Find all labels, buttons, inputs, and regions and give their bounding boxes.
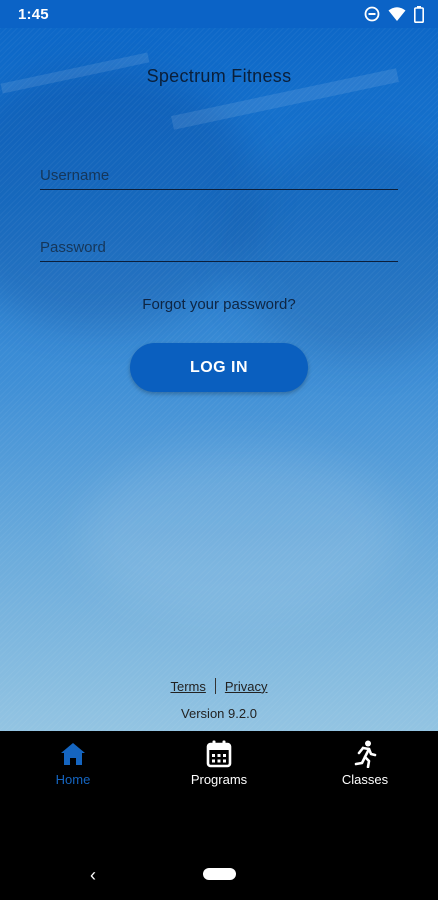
home-pill-button[interactable] (203, 868, 236, 880)
tab-programs[interactable]: Programs (146, 731, 292, 795)
username-field (40, 154, 398, 190)
login-button[interactable]: LOG IN (130, 343, 308, 392)
version-text: Version 9.2.0 (181, 706, 257, 721)
back-icon[interactable]: ‹ (90, 865, 96, 886)
tab-home[interactable]: Home (0, 731, 146, 795)
privacy-link[interactable]: Privacy (225, 679, 268, 694)
tab-label: Programs (190, 772, 248, 787)
status-time: 1:45 (18, 5, 49, 23)
status-icons (364, 5, 424, 23)
do-not-disturb-icon (364, 6, 380, 22)
legal-links: Terms Privacy (0, 678, 438, 694)
tab-label: Classes (341, 772, 389, 787)
battery-icon (414, 5, 424, 23)
password-field (40, 226, 398, 262)
status-bar: 1:45 (0, 0, 438, 28)
app-title: Spectrum Fitness (146, 66, 292, 86)
background-highlight (80, 448, 400, 618)
forgot-password-link[interactable]: Forgot your password? (0, 296, 438, 313)
username-input[interactable] (40, 154, 398, 189)
background-shade (0, 68, 260, 328)
password-input[interactable] (40, 226, 398, 261)
bottom-tab-bar: Home Programs Classes (0, 731, 438, 795)
terms-link[interactable]: Terms (170, 679, 205, 694)
calendar-icon (206, 740, 232, 768)
system-navigation-bar: ‹ (0, 848, 438, 900)
tab-classes[interactable]: Classes (292, 731, 438, 795)
wifi-icon (388, 6, 406, 22)
legal-divider (214, 678, 216, 694)
running-person-icon (353, 740, 377, 768)
home-icon (60, 740, 86, 768)
login-screen: Spectrum Fitness Forgot your password? L… (0, 28, 438, 731)
tab-label: Home (55, 772, 91, 787)
